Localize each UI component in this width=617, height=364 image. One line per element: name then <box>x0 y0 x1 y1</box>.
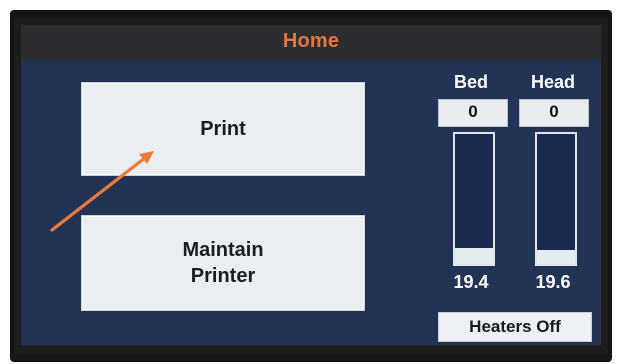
bed-setpoint-field[interactable]: 0 <box>438 99 508 127</box>
bed-current-temperature: 19.4 <box>453 272 489 292</box>
print-button[interactable]: Print <box>81 82 365 176</box>
head-setpoint-field[interactable]: 0 <box>519 99 589 127</box>
head-temperature-gauge <box>535 132 577 266</box>
head-current-temperature: 19.6 <box>535 272 571 292</box>
printer-touchscreen: Home Print Maintain Printer Bed Head 0 0… <box>21 25 601 345</box>
page-title: Home <box>282 30 340 52</box>
heaters-off-button[interactable]: Heaters Off <box>438 312 592 342</box>
bed-label: Bed <box>453 72 488 92</box>
head-gauge-fill <box>537 250 575 264</box>
title-bar: Home <box>21 25 601 60</box>
print-button-label: Print <box>200 118 246 140</box>
photo-frame: Home Print Maintain Printer Bed Head 0 0… <box>0 0 617 364</box>
maintain-printer-button[interactable]: Maintain Printer <box>81 215 365 311</box>
maintain-printer-label: Maintain Printer <box>182 239 264 287</box>
bed-gauge-fill <box>455 248 493 264</box>
bed-temperature-gauge <box>453 132 495 266</box>
head-label: Head <box>530 72 575 92</box>
